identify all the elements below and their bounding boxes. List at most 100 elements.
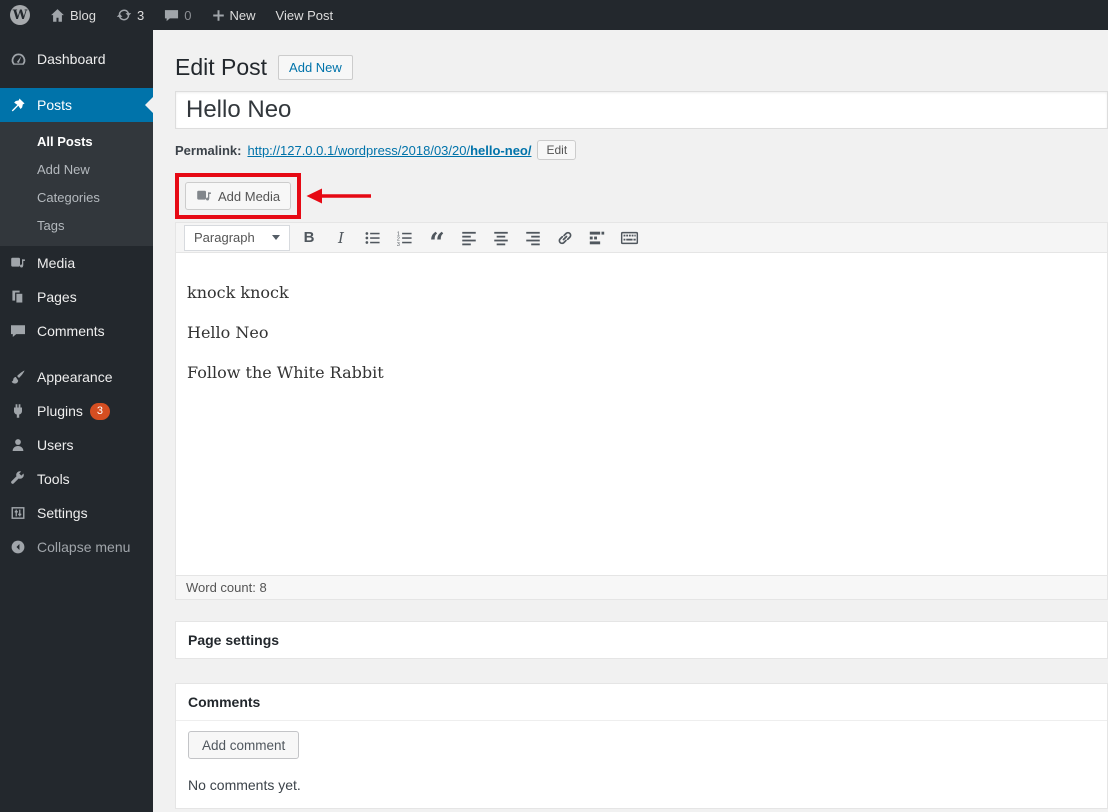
block-format-dropdown[interactable]: Paragraph [184, 224, 290, 251]
add-media-button[interactable]: Add Media [185, 182, 292, 210]
page-settings-header[interactable]: Page settings [176, 622, 1107, 658]
comments-body: Add comment No comments yet. [176, 721, 1107, 808]
main-content: Edit Post Add New Permalink: http://127.… [153, 30, 1108, 812]
update-count: 3 [137, 7, 145, 23]
sidebar-item-label: Tools [37, 471, 70, 487]
comment-bubble-icon [164, 8, 179, 23]
pin-icon [8, 97, 28, 113]
blockquote-button[interactable]: “ [424, 226, 450, 259]
admin-bar: W Blog 3 0 New View Post [0, 0, 1108, 30]
add-new-button[interactable]: Add New [278, 54, 353, 80]
settings-icon [8, 505, 28, 521]
permalink-url-prefix: http://127.0.0.1/wordpress/2018/03/20/ [247, 142, 471, 158]
align-left-icon [460, 229, 478, 247]
submenu-item-all-posts[interactable]: All Posts [0, 127, 153, 155]
sidebar-item-posts[interactable]: Posts [0, 88, 153, 122]
bullet-list-button[interactable] [360, 226, 386, 250]
bold-button[interactable]: B [296, 226, 322, 250]
toolbar-toggle-button[interactable] [616, 226, 642, 250]
sidebar-item-label: Settings [37, 505, 88, 521]
sidebar-item-pages[interactable]: Pages [0, 280, 153, 314]
read-more-tag-button[interactable] [584, 226, 610, 250]
blockquote-icon: “ [429, 227, 445, 259]
numbered-list-icon: 123 [396, 229, 414, 247]
editor-toolbar: Paragraph B I 123 “ [176, 223, 1107, 259]
editor-statusbar: Word count: 8 [176, 575, 1107, 599]
sidebar-item-collapse-menu[interactable]: Collapse menu [0, 530, 153, 564]
submenu-label: All Posts [37, 133, 93, 149]
media-icon [8, 255, 28, 271]
word-count: Word count: 8 [186, 580, 267, 595]
wordpress-admin-screen: W Blog 3 0 New View Post Dashboard Posts… [0, 0, 1108, 812]
no-comments-text: No comments yet. [188, 777, 301, 793]
sidebar-item-label: Dashboard [37, 51, 106, 67]
page-title: Edit Post [175, 53, 268, 80]
sidebar-item-comments[interactable]: Comments [0, 314, 153, 348]
align-center-icon [492, 229, 510, 247]
post-title-input[interactable] [175, 91, 1108, 129]
page-header: Edit Post Add New [175, 52, 1108, 82]
menu-separator [0, 348, 153, 360]
annotation-highlight-rect: Add Media [175, 173, 302, 219]
add-comment-button[interactable]: Add comment [188, 731, 300, 759]
sidebar-item-dashboard[interactable]: Dashboard [0, 42, 153, 76]
update-icon [116, 7, 132, 23]
comments-panel: Comments Add comment No comments yet. [175, 683, 1108, 809]
link-icon [556, 229, 574, 247]
svg-text:3: 3 [397, 242, 400, 247]
sidebar-item-label: Appearance [37, 369, 113, 385]
wordpress-logo-icon: W [10, 5, 30, 25]
add-media-icon [196, 188, 212, 204]
sidebar-item-settings[interactable]: Settings [0, 496, 153, 530]
admin-bar-site-label: Blog [70, 7, 97, 23]
submenu-label: Add New [37, 161, 90, 177]
sidebar-item-users[interactable]: Users [0, 428, 153, 462]
permalink-link[interactable]: http://127.0.0.1/wordpress/2018/03/20/he… [247, 143, 531, 158]
admin-bar-comments[interactable]: 0 [154, 0, 201, 30]
wordpress-logo-menu[interactable]: W [0, 0, 40, 30]
menu-separator [0, 76, 153, 88]
permalink-label: Permalink: [175, 142, 242, 158]
edit-permalink-button[interactable]: Edit [537, 140, 577, 160]
add-media-row: Add Media [175, 173, 1108, 219]
add-media-label: Add Media [218, 188, 281, 204]
align-right-button[interactable] [520, 226, 546, 250]
align-left-button[interactable] [456, 226, 482, 250]
keyboard-icon [620, 229, 639, 247]
align-center-button[interactable] [488, 226, 514, 250]
editor-paragraph: Follow the White Rabbit [187, 363, 384, 382]
bold-icon: B [303, 229, 315, 246]
italic-button[interactable]: I [328, 226, 354, 250]
admin-bar-new[interactable]: New [202, 0, 266, 30]
editor-paragraph: knock knock [187, 283, 289, 302]
plus-icon [212, 9, 225, 22]
sidebar-item-appearance[interactable]: Appearance [0, 360, 153, 394]
home-icon [50, 8, 65, 23]
submenu-label: Tags [37, 217, 65, 233]
submenu-label: Categories [37, 189, 100, 205]
wrench-icon [8, 471, 28, 487]
admin-bar-view-post[interactable]: View Post [266, 0, 344, 30]
sidebar-item-label: Media [37, 255, 76, 271]
insert-link-button[interactable] [552, 226, 578, 250]
view-post-label: View Post [275, 7, 334, 23]
permalink-row: Permalink: http://127.0.0.1/wordpress/20… [175, 138, 1108, 162]
sidebar-item-tools[interactable]: Tools [0, 462, 153, 496]
submenu-item-categories[interactable]: Categories [0, 183, 153, 211]
submenu-item-tags[interactable]: Tags [0, 211, 153, 239]
sidebar-item-label: Posts [37, 97, 73, 113]
sidebar-item-media[interactable]: Media [0, 246, 153, 280]
admin-bar-updates[interactable]: 3 [106, 0, 154, 30]
numbered-list-button[interactable]: 123 [392, 226, 418, 250]
submenu-item-add-new[interactable]: Add New [0, 155, 153, 183]
sidebar-item-label: Plugins [37, 403, 83, 419]
new-label: New [229, 7, 256, 23]
editor-paragraph: Hello Neo [187, 323, 269, 342]
collapse-arrow-icon [8, 539, 28, 555]
admin-sidebar: Dashboard Posts All Posts Add New Catego… [0, 30, 153, 812]
admin-bar-site-link[interactable]: Blog [40, 0, 106, 30]
editor-content-area[interactable]: knock knock Hello Neo Follow the White R… [176, 253, 1107, 575]
sidebar-item-label: Comments [37, 323, 105, 339]
sidebar-item-plugins[interactable]: Plugins 3 [0, 394, 153, 428]
comments-header[interactable]: Comments [176, 684, 1107, 721]
